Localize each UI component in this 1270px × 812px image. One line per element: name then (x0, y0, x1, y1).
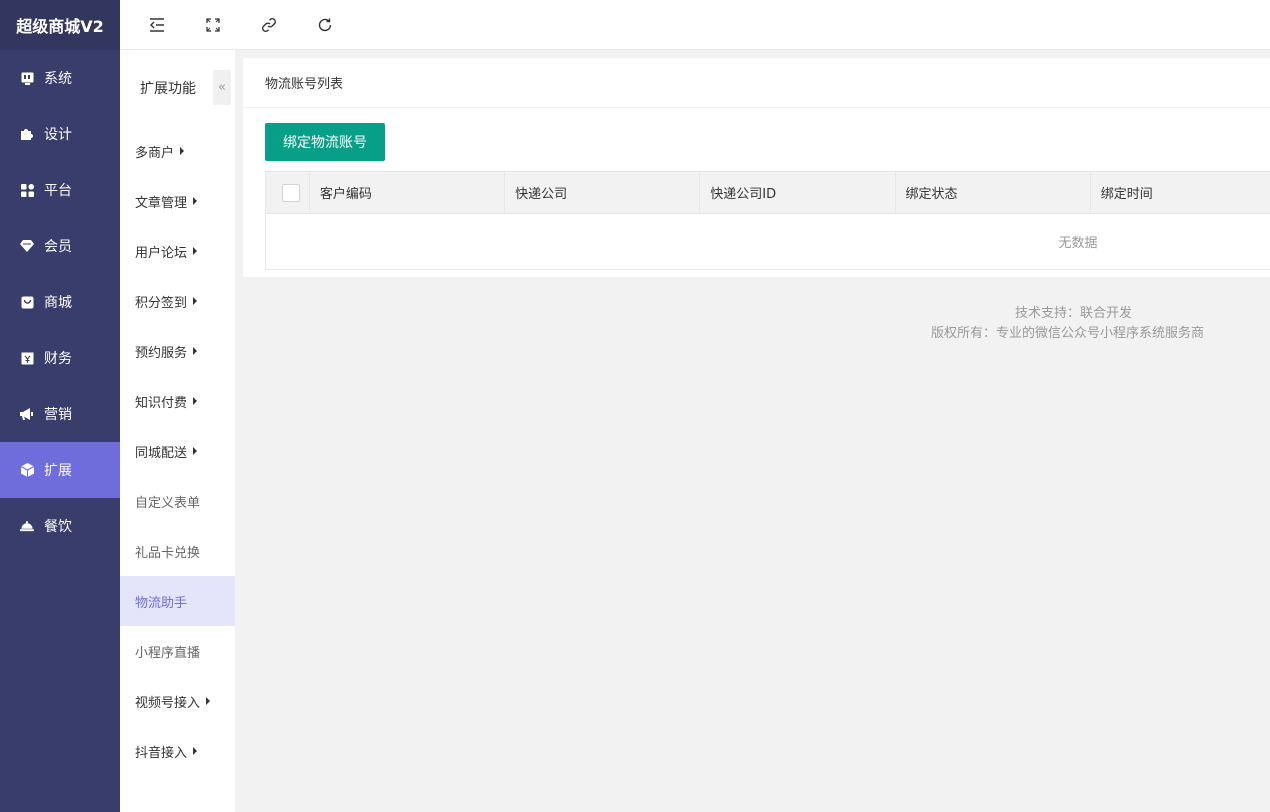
nav-label: 财务 (44, 351, 72, 367)
nav-label: 商城 (44, 295, 72, 311)
column-header: 快递公司ID (700, 172, 896, 213)
fullscreen-icon (206, 17, 220, 32)
sub-menu-title: 扩展功能 (140, 81, 196, 97)
sub-item-label: 自定义表单 (135, 495, 201, 511)
yen-icon (20, 351, 34, 365)
caret-right-icon (193, 197, 198, 205)
sub-item-label: 积分签到 (135, 295, 188, 311)
nav-label: 系统 (44, 71, 72, 87)
sub-item-label: 视频号接入 (135, 695, 201, 711)
refresh-icon (318, 18, 332, 31)
sub-item-custom-form[interactable]: 自定义表单 (120, 476, 235, 526)
caret-right-icon (206, 697, 211, 705)
nav-item-catering[interactable]: 餐饮 (0, 498, 120, 554)
sub-item-logistics-assistant[interactable]: 物流助手 (120, 576, 235, 626)
megaphone-icon (20, 407, 34, 421)
collapse-button[interactable]: « (213, 70, 231, 105)
sub-item-label: 知识付费 (135, 395, 188, 411)
caret-right-icon (193, 397, 198, 405)
column-header: 快递公司 (505, 172, 701, 213)
logistics-account-card: 物流账号列表 绑定物流账号 客户编码 快递公司 快递公司ID 绑定状态 绑定时间… (243, 58, 1270, 277)
column-header: 客户编码 (310, 172, 506, 213)
shopping-bag-icon (20, 295, 34, 309)
sub-item-channels[interactable]: 视频号接入 (120, 676, 235, 726)
main-sidebar: 超级商城V2 系统 设计 平台 会员 商城 财务 营销 扩展 餐饮 (0, 0, 120, 812)
caret-right-icon (193, 247, 198, 255)
sub-item-multi-merchant[interactable]: 多商户 (120, 126, 235, 176)
double-chevron-left-icon: « (218, 80, 226, 95)
footer-copyright: 版权所有：专业的微信公众号小程序系统服务商 (931, 326, 1205, 341)
nav-label: 餐饮 (44, 519, 72, 535)
footer: 技术支持：联合开发 版权所有：专业的微信公众号小程序系统服务商 (900, 304, 1260, 344)
brand-title: 超级商城V2 (0, 0, 120, 50)
sub-item-points-checkin[interactable]: 积分签到 (120, 276, 235, 326)
nav-label: 营销 (44, 407, 72, 423)
fullscreen-button[interactable] (204, 0, 260, 50)
puzzle-icon (20, 127, 34, 141)
sub-item-mini-program-live[interactable]: 小程序直播 (120, 626, 235, 676)
sub-item-label: 预约服务 (135, 345, 188, 361)
card-title: 物流账号列表 (243, 58, 1270, 108)
column-header: 绑定状态 (896, 172, 1091, 213)
table-header: 客户编码 快递公司 快递公司ID 绑定状态 绑定时间 (266, 172, 1270, 214)
nav-item-design[interactable]: 设计 (0, 106, 120, 162)
footer-support: 技术支持：联合开发 (1015, 306, 1133, 321)
sub-item-douyin[interactable]: 抖音接入 (120, 726, 235, 776)
table-body: 无数据 (266, 214, 1270, 269)
nav-item-platform[interactable]: 平台 (0, 162, 120, 218)
column-header: 绑定时间 (1100, 187, 1153, 202)
sub-item-booking[interactable]: 预约服务 (120, 326, 235, 376)
sub-item-label: 小程序直播 (135, 645, 201, 661)
cube-icon (20, 463, 34, 477)
sub-item-label: 文章管理 (135, 195, 188, 211)
nav-item-member[interactable]: 会员 (0, 218, 120, 274)
sub-item-local-delivery[interactable]: 同城配送 (120, 426, 235, 476)
diamond-icon (20, 239, 34, 253)
nav-label: 会员 (44, 239, 72, 255)
nav-item-mall[interactable]: 商城 (0, 274, 120, 330)
sub-item-gift-card[interactable]: 礼品卡兑换 (120, 526, 235, 576)
link-icon (262, 17, 276, 32)
sub-item-article[interactable]: 文章管理 (120, 176, 235, 226)
top-toolbar (120, 0, 1270, 50)
empty-state-text: 无数据 (1058, 236, 1098, 251)
nav-item-finance[interactable]: 财务 (0, 330, 120, 386)
refresh-button[interactable] (316, 0, 372, 50)
sub-item-label: 抖音接入 (135, 745, 188, 761)
caret-right-icon (193, 347, 198, 355)
sub-item-paid-knowledge[interactable]: 知识付费 (120, 376, 235, 426)
link-button[interactable] (260, 0, 316, 50)
sub-item-label: 物流助手 (135, 595, 188, 611)
menu-fold-icon (150, 17, 164, 32)
sub-menu: 扩展功能 « 多商户 文章管理 用户论坛 积分签到 预约服务 知识付费 同城配送… (120, 50, 235, 812)
nav-item-system[interactable]: 系统 (0, 50, 120, 106)
caret-right-icon (193, 747, 198, 755)
caret-right-icon (193, 447, 198, 455)
sub-item-label: 用户论坛 (135, 245, 188, 261)
nav-item-extension[interactable]: 扩展 (0, 442, 120, 498)
caret-right-icon (180, 147, 185, 155)
select-all-checkbox[interactable] (282, 183, 300, 202)
caret-right-icon (193, 297, 198, 305)
nav-label: 平台 (44, 183, 72, 199)
sub-item-forum[interactable]: 用户论坛 (120, 226, 235, 276)
sub-item-label: 同城配送 (135, 445, 188, 461)
nav-item-marketing[interactable]: 营销 (0, 386, 120, 442)
logistics-account-table: 客户编码 快递公司 快递公司ID 绑定状态 绑定时间 无数据 (265, 171, 1270, 270)
bind-logistics-account-button[interactable]: 绑定物流账号 (265, 123, 385, 161)
sub-item-label: 多商户 (135, 145, 175, 161)
monitor-icon (20, 71, 34, 85)
sub-item-label: 礼品卡兑换 (135, 545, 201, 561)
grid-icon (20, 183, 34, 197)
menu-fold-button[interactable] (148, 0, 204, 50)
nav-label: 扩展 (44, 463, 72, 479)
nav-label: 设计 (44, 127, 72, 143)
cloche-icon (20, 519, 34, 533)
